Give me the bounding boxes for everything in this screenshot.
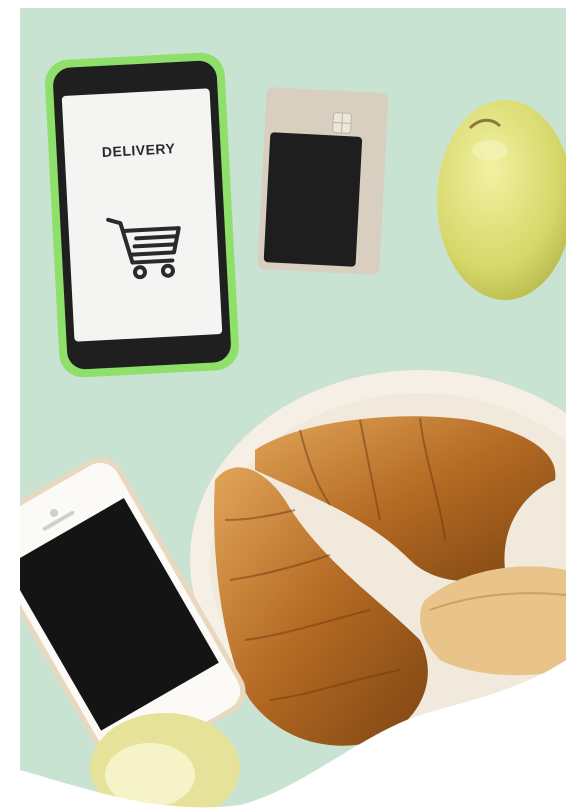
green-phone: DELIVERY — [45, 52, 239, 378]
sim-chip-icon — [332, 112, 352, 134]
food-delivery-photo: DELIVERY — [20, 8, 566, 808]
credit-card — [257, 87, 389, 275]
green-apple — [437, 100, 566, 300]
phone-screen — [61, 88, 223, 342]
